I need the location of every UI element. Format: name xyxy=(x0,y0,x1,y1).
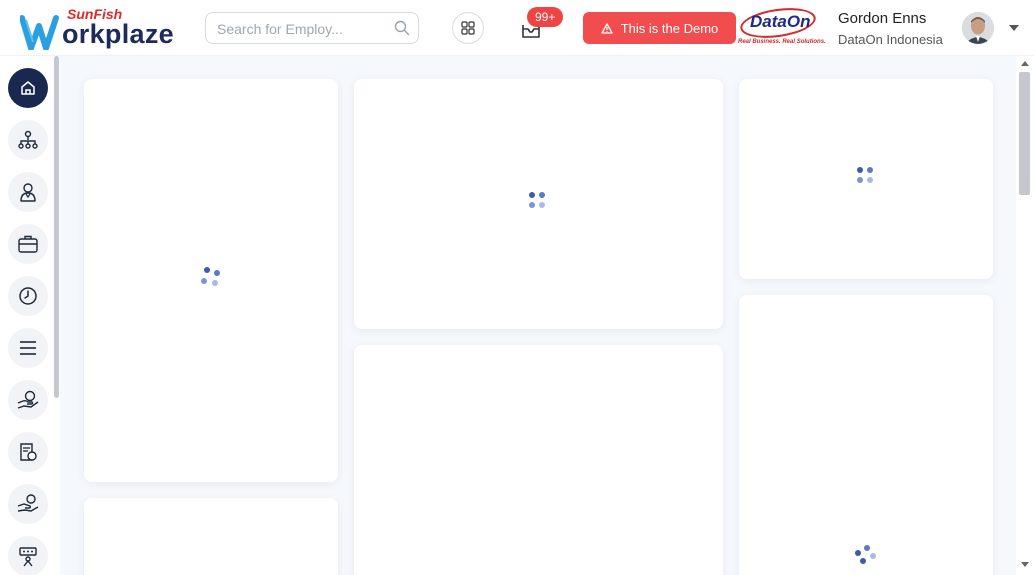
sidebar-item-training[interactable] xyxy=(8,536,48,575)
employee-search[interactable] xyxy=(205,12,419,44)
home-icon xyxy=(21,81,35,95)
partner-name: DataOn xyxy=(750,12,811,31)
training-icon xyxy=(19,547,37,567)
sidebar-item-attendance[interactable] xyxy=(8,276,48,316)
logo-w-mark xyxy=(20,15,59,50)
sidebar xyxy=(0,56,60,575)
warning-icon xyxy=(601,22,613,34)
partner-tagline: Real Business. Real Solutions. xyxy=(738,39,826,45)
sidebar-scrollbar[interactable] xyxy=(54,56,59,398)
sidebar-item-organization[interactable] xyxy=(8,120,48,160)
dataon-logo: DataOn Real Business. Real Solutions. xyxy=(738,3,826,48)
logo-brand-main: orkplaze xyxy=(62,19,174,49)
widget-card-4 xyxy=(84,498,338,575)
sidebar-item-menu[interactable] xyxy=(8,328,48,368)
workplaze-logo[interactable]: SunFish orkplaze xyxy=(20,6,180,50)
notification-badge: 99+ xyxy=(527,7,564,27)
loading-spinner xyxy=(855,545,876,565)
clock-icon xyxy=(19,287,37,305)
sidebar-item-reimbursement[interactable] xyxy=(8,380,48,420)
widget-card-2 xyxy=(354,79,723,329)
loading-spinner xyxy=(856,166,876,186)
user-name[interactable]: Gordon Enns xyxy=(838,10,926,27)
chevron-down-icon[interactable] xyxy=(1008,24,1020,32)
menu-icon xyxy=(20,341,36,355)
employee-icon xyxy=(20,183,36,202)
benefit-icon xyxy=(17,494,39,512)
page-scrollbar[interactable] xyxy=(1016,56,1034,575)
sidebar-item-benefit[interactable] xyxy=(8,484,48,524)
top-header: SunFish orkplaze 99+ xyxy=(0,0,1034,56)
apps-grid-button[interactable] xyxy=(452,12,484,44)
scrollbar-thumb[interactable] xyxy=(1019,72,1030,195)
avatar[interactable] xyxy=(962,12,994,44)
sidebar-item-employee[interactable] xyxy=(8,172,48,212)
widget-card-1 xyxy=(84,79,338,482)
loading-spinner xyxy=(528,191,548,211)
search-input[interactable] xyxy=(217,19,387,39)
widget-card-3 xyxy=(739,79,993,279)
loading-spinner xyxy=(200,267,220,287)
widget-card-5 xyxy=(354,345,723,575)
org-chart-icon xyxy=(18,130,38,149)
sidebar-item-recruitment[interactable] xyxy=(8,224,48,264)
sidebar-item-payroll[interactable] xyxy=(8,432,48,472)
demo-banner-button[interactable]: This is the Demo xyxy=(583,12,736,44)
sidebar-item-home[interactable] xyxy=(8,68,48,108)
widget-card-6 xyxy=(739,295,993,575)
hand-money-icon xyxy=(17,390,39,409)
user-organization: DataOn Indonesia xyxy=(838,32,943,47)
grid-icon xyxy=(461,21,475,35)
demo-label: This is the Demo xyxy=(620,20,719,36)
payroll-icon xyxy=(20,443,37,461)
scroll-down-icon[interactable] xyxy=(1021,562,1029,568)
search-icon[interactable] xyxy=(394,20,410,36)
scroll-up-icon[interactable] xyxy=(1021,60,1029,66)
briefcase-icon xyxy=(18,235,38,253)
